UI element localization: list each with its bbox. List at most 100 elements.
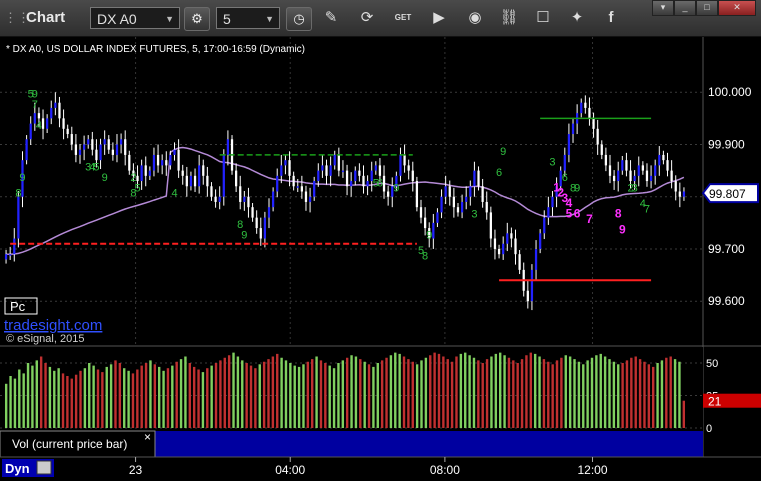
candle-body — [300, 186, 303, 192]
candle-body — [144, 165, 147, 176]
candle-body — [214, 196, 217, 202]
td-count: 9 — [102, 172, 108, 184]
candle-body — [366, 181, 369, 187]
candle-body — [452, 196, 456, 208]
candle-body — [604, 154, 608, 166]
td-count: 6 — [496, 167, 502, 179]
candle-body — [473, 170, 476, 187]
candle-body — [378, 165, 382, 176]
candle-body — [600, 144, 603, 155]
candle-body — [493, 238, 497, 249]
candle-body — [173, 149, 176, 155]
price-tick-label: 99.900 — [708, 137, 745, 151]
td-count: 5 — [566, 207, 573, 221]
candle-body — [584, 102, 587, 108]
candle-body — [612, 175, 616, 182]
candle-body — [267, 207, 271, 218]
candle-body — [62, 118, 65, 129]
candle-body — [140, 165, 143, 182]
candle-body — [185, 175, 188, 187]
time-tick-label: 04:00 — [275, 463, 305, 477]
candle-body — [206, 175, 209, 187]
candle-body — [641, 165, 644, 171]
candle-body — [107, 139, 110, 150]
candle-body — [251, 207, 254, 218]
copyright: © eSignal, 2015 — [6, 333, 84, 345]
candle-body — [50, 107, 53, 119]
candle-body — [670, 170, 673, 182]
candle-body — [58, 102, 61, 119]
candle-body — [629, 170, 632, 182]
candle-body — [91, 139, 94, 150]
candle-body — [218, 196, 221, 202]
chart-window: ⋮⋮ Chart DX A0 ▼ ⚙ 5 ▼ ◷ ✎ ⟳ GET ▶ ◉ ⛓ ☐… — [0, 0, 761, 481]
pc-badge[interactable]: Pc — [10, 299, 26, 314]
td-count: 3 — [471, 209, 477, 221]
candle-body — [419, 207, 423, 218]
td-count: 6 — [574, 207, 581, 221]
candle-body — [526, 290, 529, 302]
time-tick-label: 08:00 — [430, 463, 460, 477]
candle-body — [41, 118, 45, 129]
candle-body — [506, 233, 509, 244]
candle-body — [382, 175, 386, 192]
time-tick-label: 23 — [129, 463, 143, 477]
candle-body — [682, 191, 686, 197]
candle-body — [481, 186, 484, 202]
candle-body — [362, 175, 365, 187]
candle-body — [329, 165, 332, 176]
candle-body — [465, 196, 468, 202]
price-tick-label: 99.600 — [708, 294, 745, 308]
candle-body — [4, 254, 8, 260]
td-count: 9 — [241, 230, 247, 242]
candle-body — [280, 165, 283, 176]
candle-body — [210, 186, 213, 197]
lock-icon[interactable] — [36, 460, 52, 475]
candle-body — [592, 118, 595, 129]
td-count: 3 — [549, 156, 555, 168]
candle-body — [321, 165, 324, 171]
candle-body — [621, 160, 624, 171]
candle-body — [567, 134, 571, 155]
time-tick-label: 12:00 — [578, 463, 608, 477]
candle-body — [350, 181, 353, 187]
td-count: 4 — [171, 188, 177, 200]
td-count: 8 — [15, 188, 21, 200]
candle-body — [444, 186, 447, 197]
candle-body — [308, 196, 312, 202]
candle-body — [440, 196, 443, 213]
candle-body — [649, 175, 653, 182]
candle-body — [99, 144, 102, 161]
candle-body — [103, 139, 106, 145]
candle-body — [17, 196, 20, 239]
td-count: 9 — [19, 172, 25, 184]
candle-body — [255, 217, 258, 229]
candle-body — [29, 123, 32, 140]
td-count: 8 — [615, 207, 622, 221]
td-count: 3 — [632, 183, 638, 195]
td-count: 8 — [130, 188, 136, 200]
td-count: 9 — [574, 183, 580, 195]
candle-body — [460, 201, 464, 213]
td-count: 5 — [93, 162, 99, 174]
candle-body — [239, 186, 242, 202]
time-axis[interactable] — [0, 457, 761, 481]
candle-body — [563, 154, 566, 171]
candle-body — [193, 175, 197, 187]
candle-body — [304, 191, 308, 202]
candle-body — [633, 175, 636, 182]
candle-body — [489, 212, 492, 239]
candle-body — [407, 165, 410, 171]
chart-canvas: 5949873459 258 48956 95899633689 234712345 6 7… — [0, 37, 761, 481]
volume-close-icon[interactable]: × — [144, 430, 151, 444]
candle-body — [436, 212, 439, 223]
candle-body — [313, 181, 316, 197]
td-count: 7 — [586, 212, 593, 226]
candle-body — [111, 149, 115, 155]
candle-body — [296, 186, 299, 188]
candle-body — [518, 254, 521, 270]
candle-body — [662, 154, 665, 161]
price-tick-label: 100.000 — [708, 85, 752, 99]
td-count: 4 — [36, 120, 42, 132]
candle-body — [25, 139, 28, 161]
